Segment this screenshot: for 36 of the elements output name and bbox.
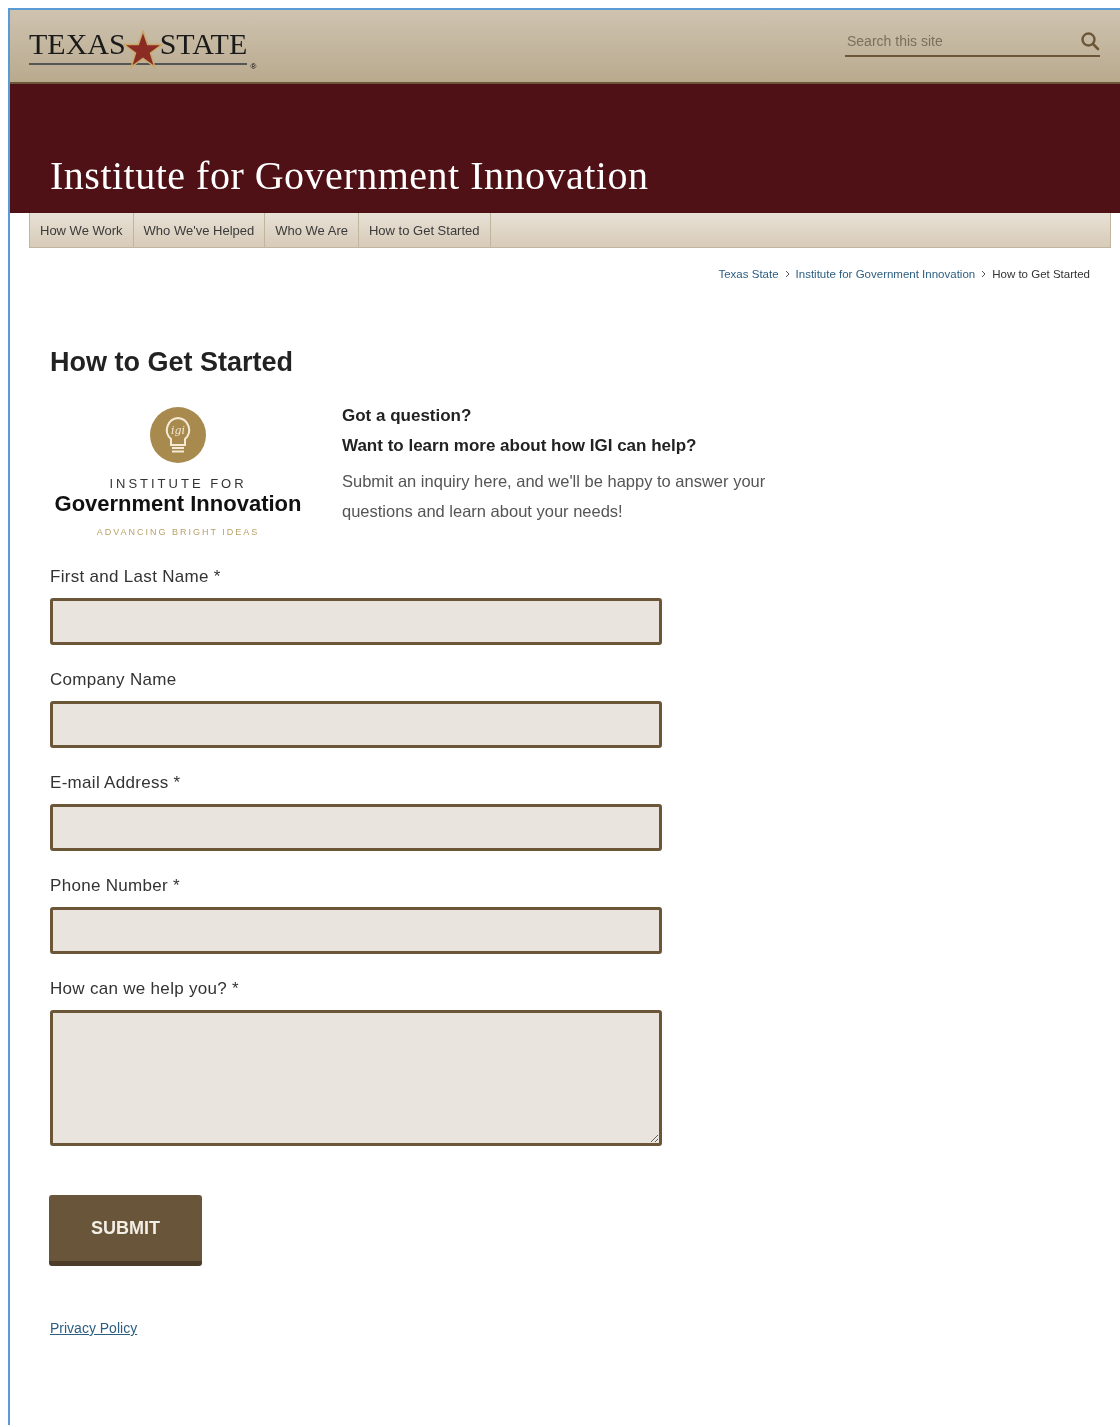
breadcrumb-link[interactable]: Institute for Government Innovation bbox=[795, 268, 976, 280]
intro-text: Submit an inquiry here, and we'll be happy to answer your questions and learn about your needs! bbox=[342, 471, 767, 522]
text-area[interactable] bbox=[50, 1010, 662, 1146]
logo-text: STATE bbox=[159, 29, 248, 59]
field-label: Phone Number * bbox=[50, 876, 181, 896]
nav-link[interactable]: Who We've Helped bbox=[133, 213, 266, 247]
input-field[interactable] bbox=[50, 598, 662, 645]
logo-text: Government Innovation bbox=[54, 491, 302, 517]
nav-link[interactable]: Who We Are bbox=[265, 213, 359, 247]
search-field[interactable]: Search this site bbox=[845, 32, 1080, 50]
chevron-icon bbox=[784, 270, 790, 278]
nav-link[interactable]: How We Work bbox=[30, 213, 134, 247]
registered-mark: ® bbox=[250, 62, 257, 71]
breadcrumb-current: How to Get Started bbox=[992, 268, 1090, 280]
breadcrumb-link[interactable]: Texas State bbox=[718, 268, 779, 280]
search-icon[interactable] bbox=[1080, 31, 1100, 51]
input-field[interactable] bbox=[50, 701, 662, 748]
site-title: Institute for Government Innovation bbox=[50, 152, 649, 199]
privacy-link[interactable]: Privacy Policy bbox=[50, 1320, 138, 1336]
nav-link[interactable]: How to Get Started bbox=[358, 213, 491, 247]
logo-tagline: ADVANCING BRIGHT IDEAS bbox=[96, 527, 260, 537]
logo-text: TEXAS bbox=[29, 29, 126, 59]
field-label: First and Last Name * bbox=[50, 567, 222, 587]
chevron-icon bbox=[981, 270, 987, 278]
lightbulb-logo-icon: igi bbox=[149, 406, 207, 464]
input-field[interactable] bbox=[50, 907, 662, 954]
intro-question: Got a question? bbox=[342, 406, 473, 426]
intro-question: Want to learn more about how IGI can help? bbox=[342, 436, 698, 456]
field-label: Company Name bbox=[50, 670, 178, 690]
submit-button[interactable]: SUBMIT bbox=[49, 1195, 202, 1266]
logo-text: INSTITUTE FOR bbox=[109, 476, 247, 491]
page-heading: How to Get Started bbox=[50, 347, 294, 378]
field-label: E-mail Address * bbox=[50, 773, 182, 793]
star-icon bbox=[122, 30, 163, 70]
field-label: How can we help you? * bbox=[50, 979, 240, 999]
input-field[interactable] bbox=[50, 804, 662, 851]
